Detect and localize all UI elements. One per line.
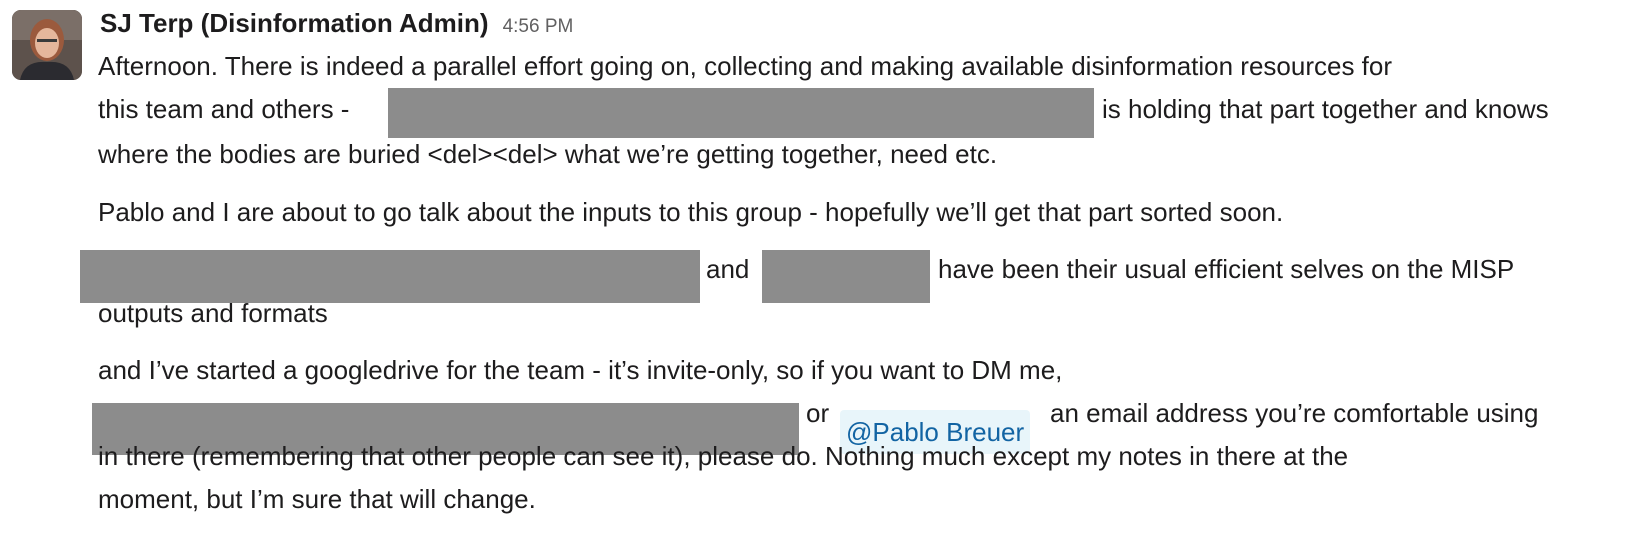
message-timestamp[interactable]: 4:56 PM [503,16,574,38]
message-header: SJ Terp (Disinformation Admin) 4:56 PM [100,8,573,39]
message-line: an email address you’re comfortable usin… [1050,398,1539,428]
message-line: have been their usual efficient selves o… [938,254,1515,284]
message-line: this team and others - [98,94,350,124]
message-line: outputs and formats [98,298,328,328]
message-line: Pablo and I are about to go talk about t… [98,197,1284,227]
avatar-photo-icon [12,10,82,80]
message-line: moment, but I’m sure that will change. [98,484,536,514]
message-line: and I’ve started a googledrive for the t… [98,355,1063,385]
message-line: where the bodies are buried <del><del> w… [98,139,998,169]
message-line: and [706,254,750,284]
message-line: or [806,398,830,428]
redacted-block [388,88,1094,138]
user-avatar[interactable] [12,10,82,80]
message-line: Afternoon. There is indeed a parallel ef… [98,51,1393,81]
message-line: in there (remembering that other people … [98,441,1349,471]
redacted-block [762,250,930,303]
author-name[interactable]: SJ Terp (Disinformation Admin) [100,8,489,39]
message-line: is holding that part together and knows [1102,94,1549,124]
